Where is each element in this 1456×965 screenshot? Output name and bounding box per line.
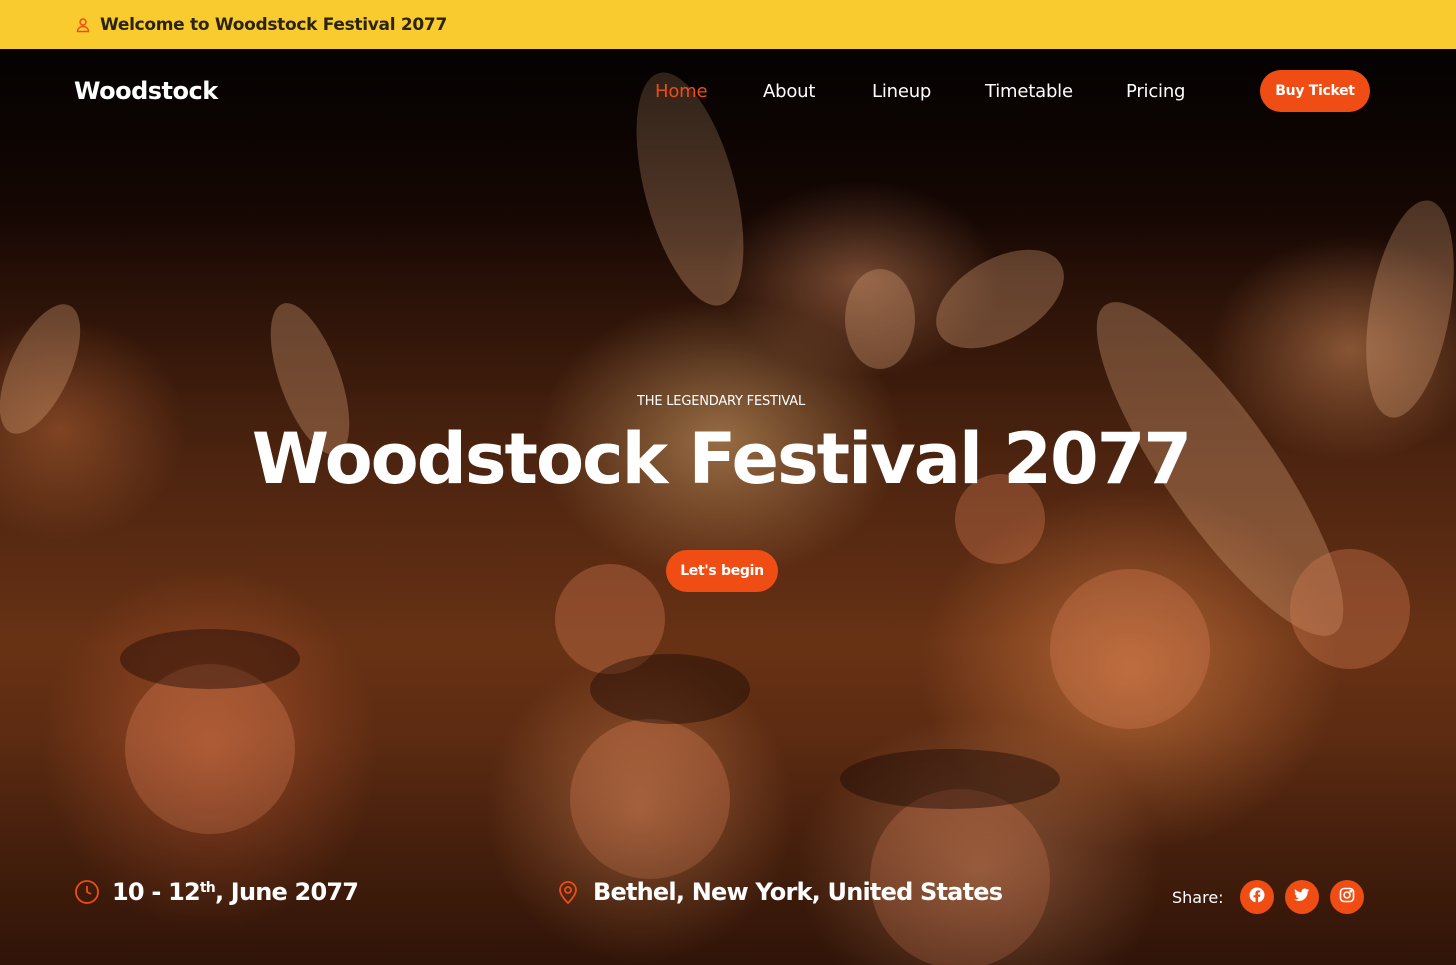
facebook-icon [1249, 887, 1265, 907]
instagram-button[interactable] [1329, 880, 1364, 914]
twitter-button[interactable] [1284, 880, 1319, 914]
hero-title: Woodstock Festival 2077 [251, 418, 1192, 500]
share-label: Share: [1172, 887, 1224, 907]
event-date-start: 10 - 12 [112, 878, 201, 906]
facebook-button[interactable] [1239, 880, 1274, 914]
share-bar: Share: [1172, 880, 1375, 914]
location-pin-icon [555, 879, 581, 905]
nav-item-about[interactable]: About [763, 81, 815, 102]
announcement-bar: Welcome to Woodstock Festival 2077 [0, 0, 1456, 49]
event-location-text: Bethel, New York, United States [593, 878, 1003, 906]
site-logo[interactable]: Woodstock [74, 77, 218, 105]
twitter-icon [1293, 887, 1310, 907]
event-date-ordinal: th [199, 880, 216, 896]
nav-item-lineup[interactable]: Lineup [872, 81, 931, 102]
nav-item-timetable[interactable]: Timetable [985, 81, 1073, 102]
welcome-text: Welcome to Woodstock Festival 2077 [100, 14, 447, 35]
user-icon [75, 17, 91, 33]
hero-eyebrow: THE LEGENDARY FESTIVAL [637, 394, 805, 409]
event-date: 10 - 12th, June 2077 [74, 878, 359, 906]
clock-icon [74, 879, 100, 905]
nav-item-pricing[interactable]: Pricing [1126, 81, 1185, 102]
nav-item-home[interactable]: Home [655, 81, 708, 102]
instagram-icon [1339, 887, 1355, 907]
event-date-end: , June 2077 [214, 878, 359, 906]
buy-ticket-button[interactable]: Buy Ticket [1260, 70, 1370, 112]
main-navbar: Woodstock Home About Lineup Timetable Pr… [0, 49, 1456, 133]
event-location: Bethel, New York, United States [555, 878, 1003, 906]
hero-background-image [0, 49, 1456, 965]
lets-begin-button[interactable]: Let's begin [666, 550, 778, 592]
